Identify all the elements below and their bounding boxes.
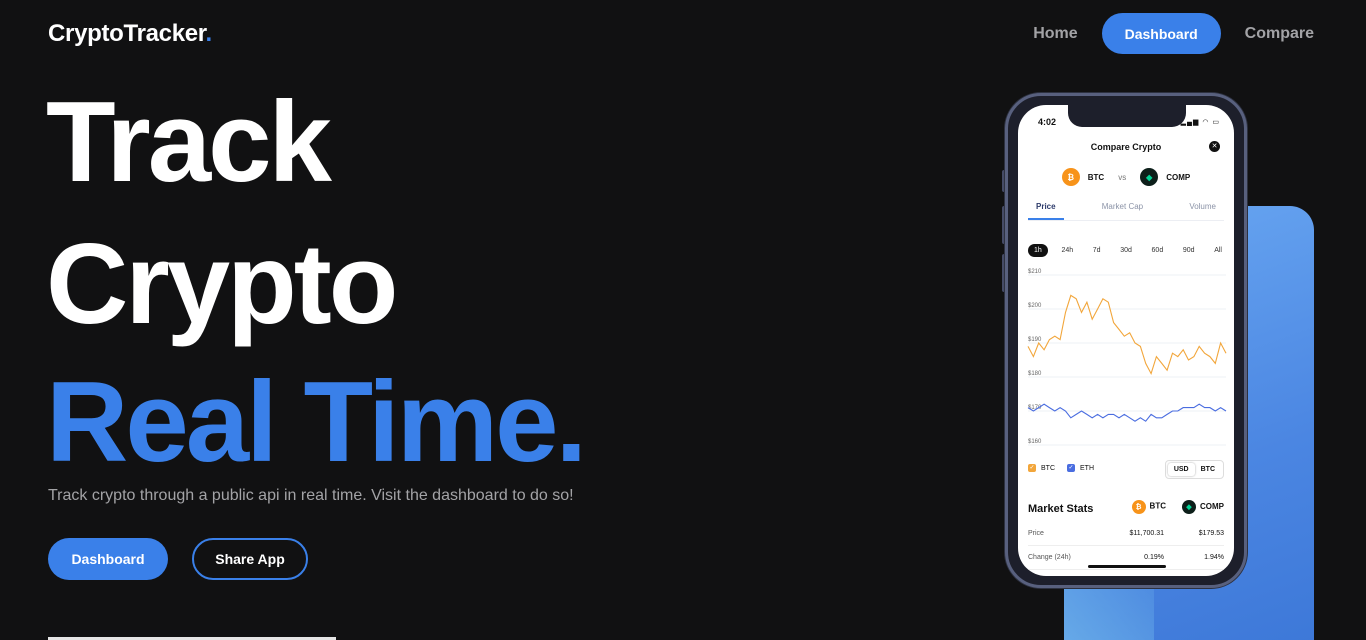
currency-btc[interactable]: BTC bbox=[1195, 463, 1221, 476]
range-60d[interactable]: 60d bbox=[1146, 244, 1170, 257]
coin-b-label[interactable]: COMP bbox=[1166, 173, 1190, 182]
stat-value-a: $11,700.31 bbox=[1129, 530, 1164, 537]
tab-price[interactable]: Price bbox=[1028, 198, 1064, 220]
stats-col-a: BTC bbox=[1149, 501, 1166, 511]
legend-eth-label: ETH bbox=[1080, 464, 1094, 472]
y-tick-label: $210 bbox=[1028, 269, 1042, 275]
top-nav: Home Dashboard Compare bbox=[1033, 13, 1314, 54]
market-stats-header: ₿ BTC ◆ COMP bbox=[1131, 500, 1224, 514]
hero-title-line-2: Crypto bbox=[46, 221, 398, 348]
chart-legend: ✓ BTC ✓ ETH bbox=[1028, 464, 1094, 472]
landing-page: CryptoTracker. Home Dashboard Compare Tr… bbox=[0, 0, 1366, 640]
bitcoin-icon: ₿ bbox=[1131, 500, 1146, 514]
signal-wifi-battery-icon: ▂▄▆ ◠ ▭ bbox=[1180, 119, 1220, 126]
legend-eth[interactable]: ✓ ETH bbox=[1067, 464, 1094, 472]
status-time: 4:02 bbox=[1038, 117, 1057, 127]
stat-label: Change (24h) bbox=[1028, 554, 1071, 561]
brand-dot: . bbox=[205, 20, 213, 47]
range-selector: 1h 24h 7d 30d 60d 90d All bbox=[1028, 244, 1228, 257]
y-tick-label: $180 bbox=[1028, 371, 1042, 377]
nav-dashboard-button[interactable]: Dashboard bbox=[1101, 13, 1221, 54]
share-app-button[interactable]: Share App bbox=[192, 538, 308, 580]
series-line-btc bbox=[1027, 294, 1227, 376]
compound-icon: ◆ bbox=[1182, 500, 1196, 514]
brand-name: CryptoTracker bbox=[48, 20, 206, 47]
y-tick-label: $190 bbox=[1028, 337, 1042, 343]
range-30d[interactable]: 30d bbox=[1114, 244, 1138, 257]
compound-icon: ◆ bbox=[1140, 168, 1159, 186]
coin-pair: ₿ BTC vs ◆ COMP bbox=[1018, 168, 1234, 186]
y-tick-label: $160 bbox=[1028, 439, 1042, 445]
nav-home-link[interactable]: Home bbox=[1033, 25, 1077, 43]
coin-a-label[interactable]: BTC bbox=[1088, 173, 1104, 182]
stat-value-b: $179.53 bbox=[1198, 530, 1224, 537]
metric-tabs: Price Market Cap Volume bbox=[1028, 198, 1224, 221]
currency-usd[interactable]: USD bbox=[1167, 463, 1195, 476]
hero-subtitle: Track crypto through a public api in rea… bbox=[48, 487, 574, 504]
table-row: Price $11,700.31 $179.53 bbox=[1028, 530, 1224, 546]
bitcoin-icon: ₿ bbox=[1061, 168, 1080, 186]
market-stats-title: Market Stats bbox=[1028, 503, 1094, 515]
phone-screen: 4:02 ▂▄▆ ◠ ▭ Compare Crypto ✕ ₿ BTC vs ◆… bbox=[1018, 105, 1234, 576]
range-1h[interactable]: 1h bbox=[1028, 244, 1048, 257]
checkbox-icon: ✓ bbox=[1028, 464, 1036, 472]
range-90d[interactable]: 90d bbox=[1177, 244, 1201, 257]
compare-title: Compare Crypto bbox=[1090, 142, 1162, 152]
y-tick-label: $200 bbox=[1028, 303, 1042, 309]
vs-label: vs bbox=[1118, 172, 1127, 182]
range-7d[interactable]: 7d bbox=[1087, 244, 1107, 257]
close-icon[interactable]: ✕ bbox=[1209, 141, 1220, 152]
brand-logo[interactable]: CryptoTracker. bbox=[48, 20, 212, 48]
hero-title-line-1: Track bbox=[46, 79, 332, 206]
range-all[interactable]: All bbox=[1208, 244, 1228, 257]
stat-label: Price bbox=[1028, 530, 1044, 537]
checkbox-icon: ✓ bbox=[1067, 464, 1075, 472]
nav-compare-link[interactable]: Compare bbox=[1245, 25, 1314, 43]
series-line-eth bbox=[1027, 403, 1227, 422]
tab-volume[interactable]: Volume bbox=[1181, 198, 1224, 220]
stat-value-b: 1.94% bbox=[1204, 554, 1224, 561]
hero-dashboard-button[interactable]: Dashboard bbox=[48, 538, 168, 580]
phone-notch bbox=[1068, 105, 1186, 127]
hero-title-line-3: Real Time. bbox=[46, 359, 587, 486]
range-24h[interactable]: 24h bbox=[1055, 244, 1079, 257]
tab-market-cap[interactable]: Market Cap bbox=[1094, 198, 1151, 220]
legend-btc[interactable]: ✓ BTC bbox=[1028, 464, 1055, 472]
phone-mockup: 4:02 ▂▄▆ ◠ ▭ Compare Crypto ✕ ₿ BTC vs ◆… bbox=[1005, 93, 1247, 588]
home-indicator bbox=[1088, 565, 1166, 568]
legend-btc-label: BTC bbox=[1041, 464, 1055, 472]
currency-toggle: USD BTC bbox=[1164, 460, 1224, 479]
stats-col-b: COMP bbox=[1200, 502, 1224, 511]
stat-value-a: 0.19% bbox=[1144, 554, 1164, 561]
price-chart: $210$200$190$180$170$160 bbox=[1027, 269, 1227, 446]
